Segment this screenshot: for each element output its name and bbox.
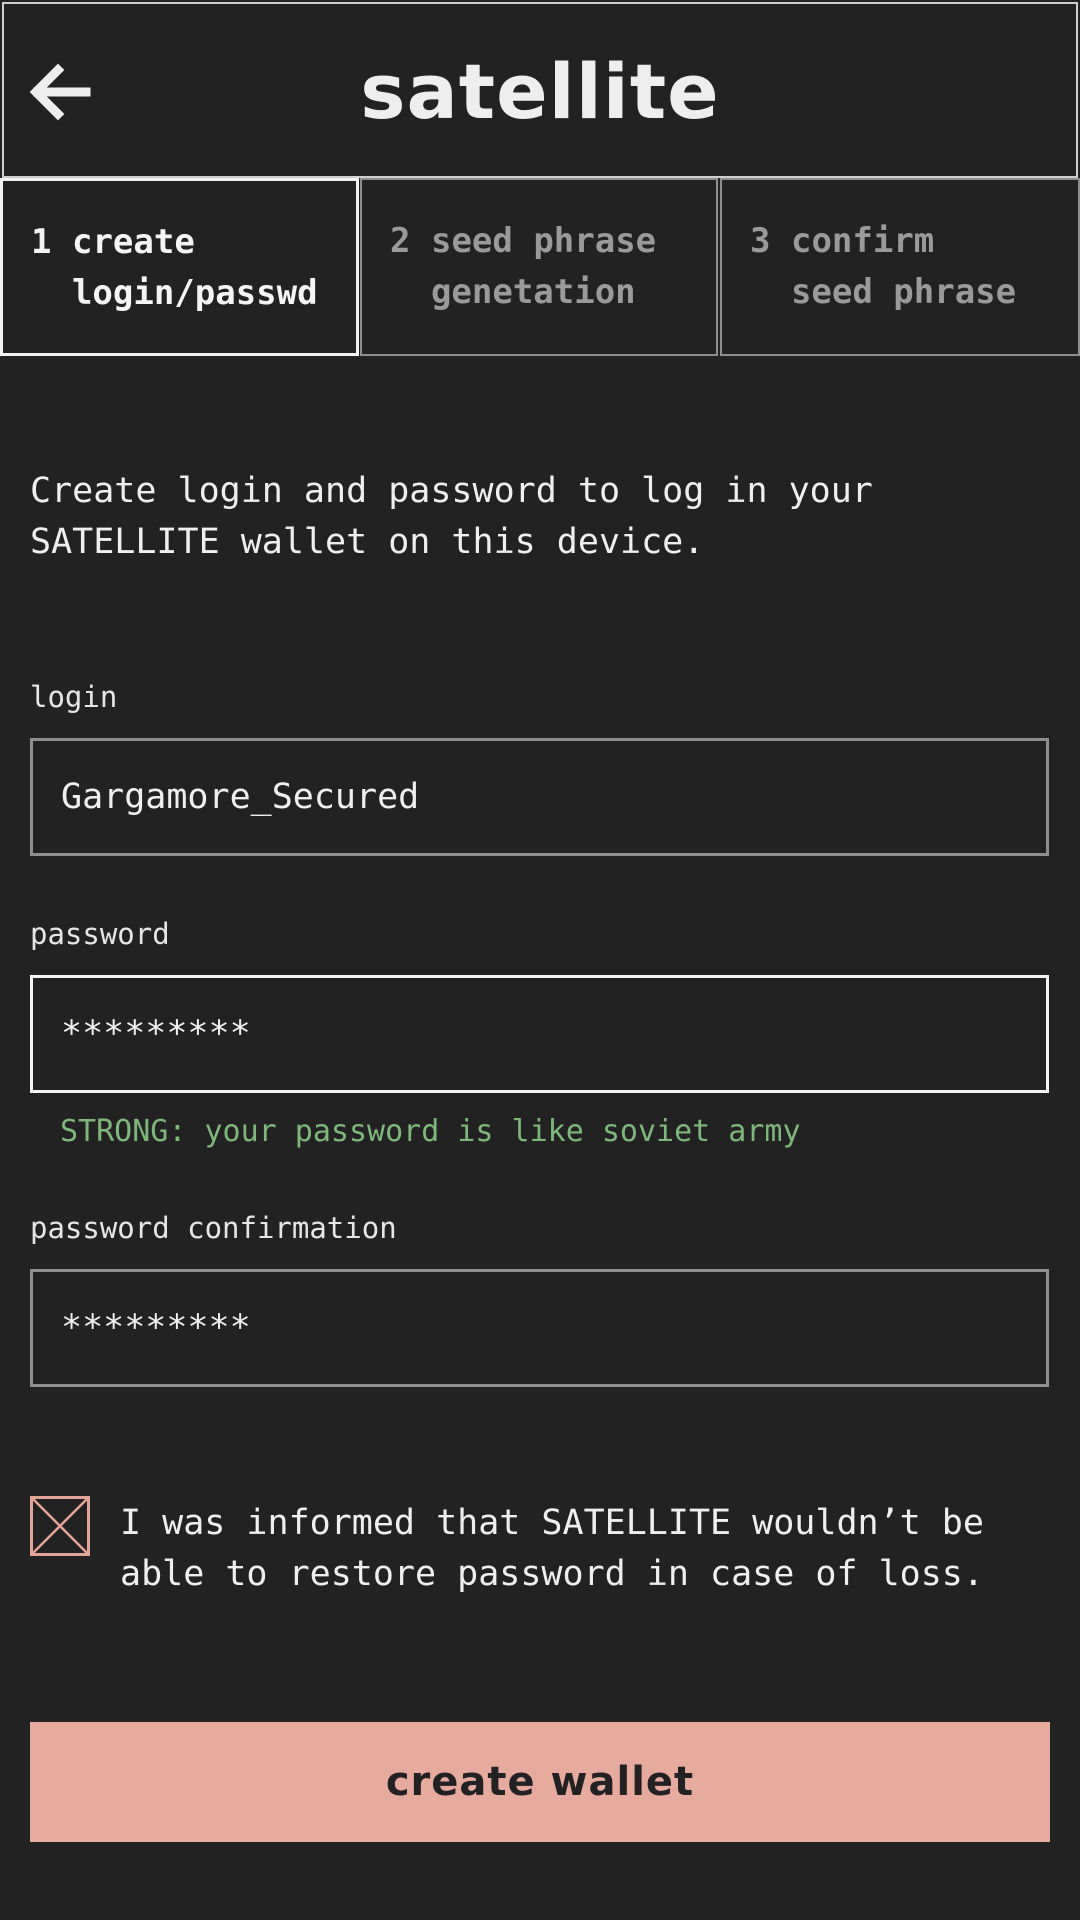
password-confirmation-input[interactable]: ********* — [30, 1269, 1049, 1387]
step-tabs: 1 create login/passwd 2 seed phrase gene… — [0, 178, 1080, 356]
password-confirmation-label: password confirmation — [30, 1211, 397, 1245]
password-value: ********* — [61, 1014, 251, 1054]
disclaimer-text: I was informed that SATELLITE wouldn’t b… — [120, 1498, 1060, 1600]
intro-line-1: Create login and password to log in your — [30, 471, 873, 511]
step-1-tab[interactable]: 1 create login/passwd — [0, 178, 359, 356]
disclaimer-line-1: I was informed that SATELLITE wouldn’t b… — [120, 1503, 984, 1543]
app-title: satellite — [360, 47, 720, 136]
create-wallet-button[interactable]: create wallet — [30, 1722, 1050, 1842]
step-2-tab[interactable]: 2 seed phrase genetation — [360, 178, 718, 356]
step-3-label: 3 confirm seed phrase — [750, 221, 1017, 312]
disclaimer-line-2: able to restore password in case of loss… — [120, 1554, 984, 1594]
login-input[interactable]: Gargamore_Secured — [30, 738, 1049, 856]
checkbox-cross-icon — [30, 1496, 90, 1556]
password-strength-message: STRONG: your password is like soviet arm… — [60, 1114, 801, 1149]
password-label: password — [30, 917, 170, 951]
step-1-label: 1 create login/passwd — [31, 222, 318, 313]
create-wallet-label: create wallet — [385, 1759, 695, 1805]
app-header: satellite — [2, 2, 1078, 178]
step-3-tab[interactable]: 3 confirm seed phrase — [720, 178, 1080, 356]
login-label: login — [30, 680, 118, 714]
password-confirmation-value: ********* — [61, 1308, 251, 1348]
login-value: Gargamore_Secured — [61, 777, 420, 817]
intro-text: Create login and password to log in your… — [30, 466, 1040, 568]
step-2-label: 2 seed phrase genetation — [390, 221, 657, 312]
intro-line-2: SATELLITE wallet on this device. — [30, 522, 705, 562]
disclaimer-checkbox[interactable] — [30, 1496, 90, 1556]
password-input[interactable]: ********* — [30, 975, 1049, 1093]
